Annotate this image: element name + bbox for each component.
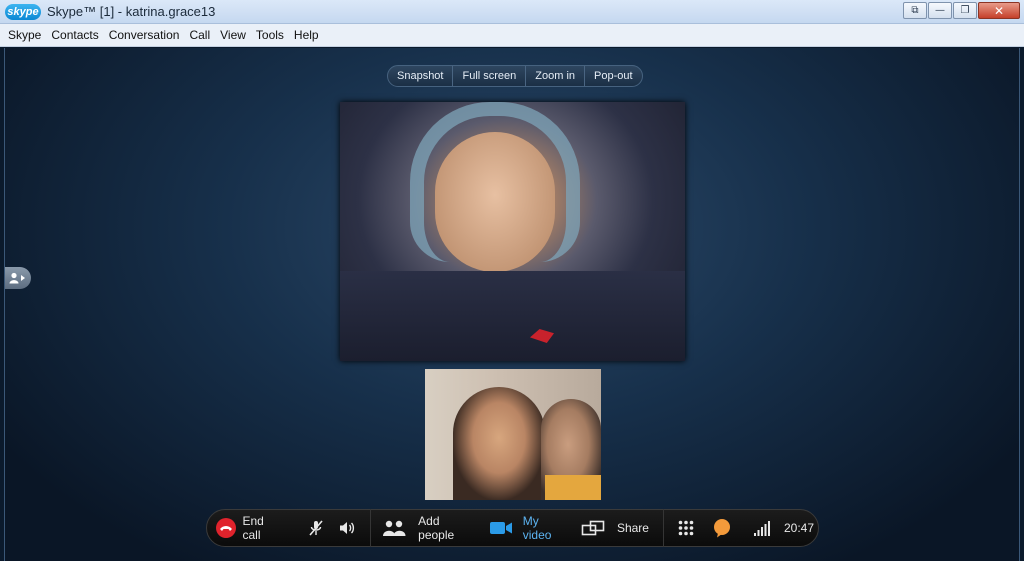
- snapshot-button[interactable]: Snapshot: [388, 66, 454, 86]
- window-title: Skype™ [1] - katrina.grace13: [47, 4, 216, 19]
- end-call-label: End call: [242, 514, 264, 542]
- add-people-icon: [382, 519, 408, 537]
- window-controls: ⧉ — ❐ ✕: [903, 2, 1020, 19]
- remote-video: [340, 102, 685, 361]
- call-duration-label: 20:47: [783, 521, 814, 535]
- contact-panel-icon: [9, 272, 25, 284]
- dialpad-button[interactable]: [664, 510, 706, 546]
- menu-tools[interactable]: Tools: [251, 28, 289, 42]
- remote-video-jacket: [340, 271, 685, 361]
- mute-button[interactable]: [298, 510, 332, 546]
- add-people-label: Add people: [418, 514, 455, 542]
- dialpad-icon: [678, 520, 694, 536]
- add-people-button[interactable]: Add people: [371, 510, 489, 546]
- share-label: Share: [616, 521, 649, 535]
- menu-bar: Skype Contacts Conversation Call View To…: [0, 24, 1024, 47]
- my-video-button[interactable]: My video: [489, 510, 581, 546]
- call-stage: Snapshot Full screen Zoom in Pop-out End…: [4, 48, 1020, 561]
- close-button[interactable]: ✕: [978, 2, 1020, 19]
- microphone-muted-icon: [308, 519, 324, 537]
- self-video-shirt: [545, 475, 601, 500]
- video-camera-icon: [489, 520, 513, 536]
- phone-hangup-icon: [216, 518, 236, 538]
- maximize-button[interactable]: ❐: [953, 2, 977, 19]
- end-call-button[interactable]: End call: [207, 510, 298, 546]
- speaker-icon: [338, 520, 356, 536]
- menu-help[interactable]: Help: [289, 28, 324, 42]
- video-toolbar: Snapshot Full screen Zoom in Pop-out: [387, 65, 643, 87]
- self-video-preview: [425, 369, 601, 500]
- call-duration: 20:47: [780, 510, 818, 546]
- restore-down-button[interactable]: ⧉: [903, 2, 927, 19]
- call-quality-button[interactable]: [752, 510, 780, 546]
- full-screen-button[interactable]: Full screen: [453, 66, 527, 86]
- my-video-label: My video: [522, 514, 552, 542]
- chat-button[interactable]: [706, 510, 752, 546]
- pop-out-button[interactable]: Pop-out: [585, 66, 642, 86]
- chat-bubble-icon: [712, 518, 732, 538]
- title-bar: skype Skype™ [1] - katrina.grace13 ⧉ — ❐…: [0, 0, 1024, 24]
- menu-skype[interactable]: Skype: [3, 28, 46, 42]
- contact-panel-toggle[interactable]: [5, 267, 31, 289]
- share-button[interactable]: Share: [581, 510, 663, 546]
- share-screen-icon: [581, 520, 605, 536]
- menu-contacts[interactable]: Contacts: [46, 28, 103, 42]
- menu-view[interactable]: View: [215, 28, 251, 42]
- menu-conversation[interactable]: Conversation: [104, 28, 185, 42]
- menu-call[interactable]: Call: [184, 28, 215, 42]
- call-controls-bar: End call Add people My video Share 20:47: [206, 509, 819, 547]
- volume-button[interactable]: [332, 510, 370, 546]
- remote-video-face: [435, 132, 555, 272]
- minimize-button[interactable]: —: [928, 2, 952, 19]
- self-video-person-1: [453, 387, 545, 500]
- skype-logo: skype: [5, 3, 41, 20]
- signal-strength-icon: [753, 520, 770, 536]
- zoom-in-button[interactable]: Zoom in: [526, 66, 586, 86]
